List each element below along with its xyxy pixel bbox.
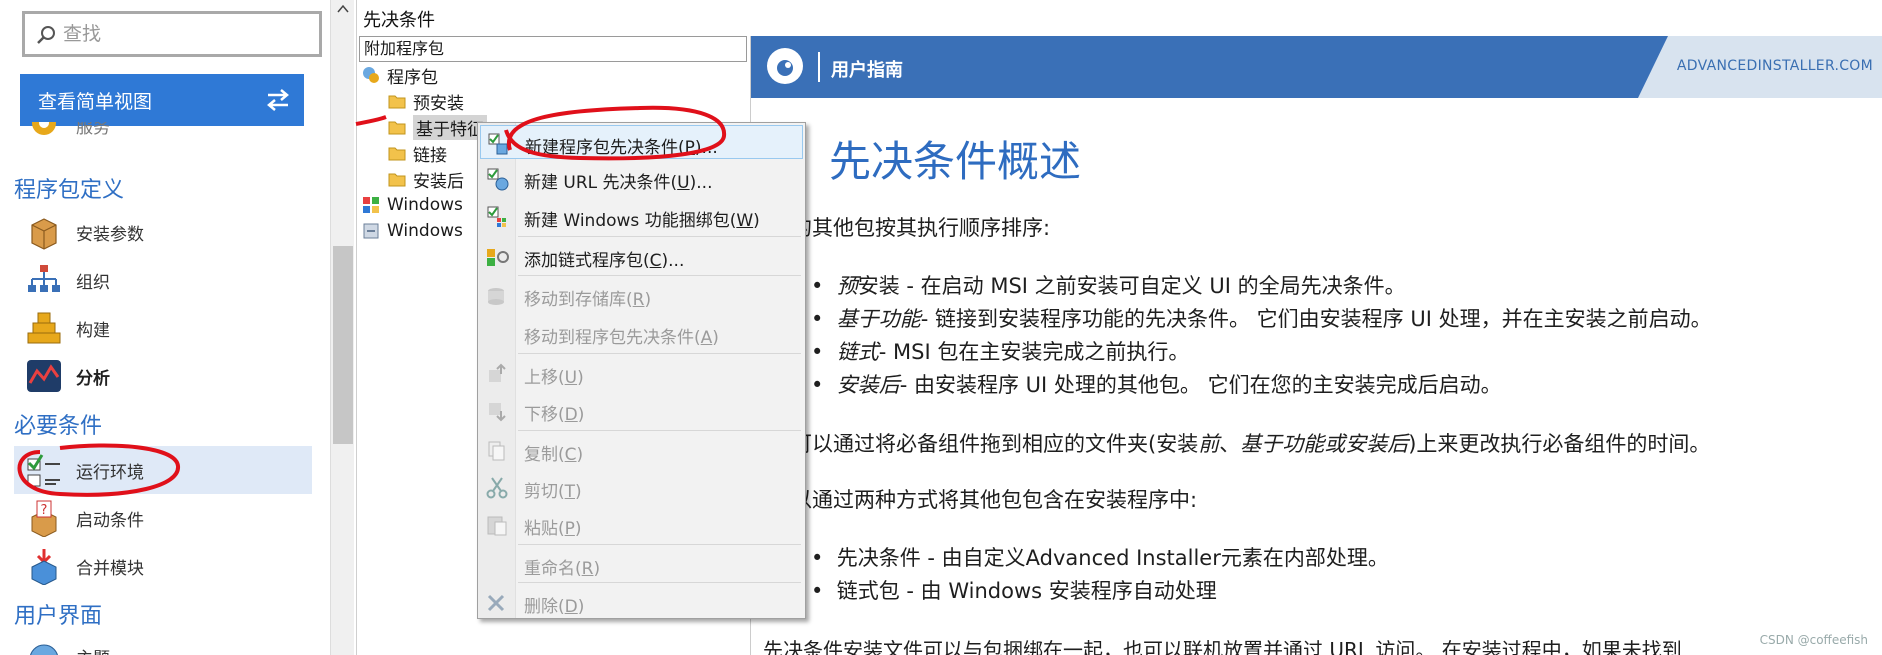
- menu-copy[interactable]: 复制(C): [480, 433, 803, 467]
- gear-icon: [32, 122, 56, 135]
- tree-node-chain[interactable]: 链接: [387, 141, 447, 166]
- pane-title: 先决条件: [363, 10, 435, 31]
- sidebar-item-build[interactable]: 构建: [24, 308, 310, 348]
- copy-icon: [488, 441, 505, 461]
- menu-separator: [518, 430, 801, 431]
- section-user-interface: 用户界面: [14, 604, 103, 629]
- search-icon: [37, 26, 55, 44]
- checklist-icon: [27, 454, 60, 487]
- org-chart-icon: [28, 265, 60, 292]
- package-box-icon: [31, 218, 57, 250]
- doc-bullet-1: • 预安装 - 在启动 MSI 之前安装可自定义 UI 的全局先决条件。: [811, 274, 1406, 298]
- windows-feature-icon: [363, 197, 379, 213]
- section-package-definition: 程序包定义: [14, 178, 125, 203]
- menu-paste[interactable]: 粘贴(P): [480, 507, 803, 541]
- guide-header-label: 用户指南: [831, 60, 903, 81]
- move-up-icon: [489, 363, 506, 382]
- question-box-icon: ?: [31, 500, 57, 537]
- context-menu: 新建程序包先决条件(P)... 新建 URL 先决条件(U)... 新建 Win…: [477, 122, 806, 619]
- menu-move-to-repository[interactable]: 移动到存储库(R): [480, 278, 803, 312]
- app-window: 查看简单视图 服务 程序包定义 安装参数: [0, 0, 1882, 655]
- chained-package-icon: [487, 249, 509, 266]
- menu-separator: [518, 353, 801, 354]
- folder-icon: [388, 173, 406, 187]
- bricks-icon: [27, 312, 61, 344]
- new-url-prerequisite-icon: [487, 168, 509, 191]
- search-box[interactable]: [22, 11, 322, 57]
- doc-heading: 先决条件概述: [829, 137, 1082, 186]
- menu-rename[interactable]: 重命名(R): [480, 547, 803, 581]
- sidebar-item-organization[interactable]: 组织: [24, 260, 310, 300]
- doc-paragraph-1: 的其他包按其执行顺序排序:: [791, 216, 1051, 240]
- sidebar-item-launch-conditions[interactable]: ? 启动条件: [24, 498, 310, 538]
- tree-node-windows-1[interactable]: Windows: [361, 193, 463, 217]
- sidebar-scrollbar[interactable]: [330, 0, 354, 655]
- windows-installer-icon: [363, 223, 379, 239]
- menu-move-to-package-prerequisite[interactable]: 移动到程序包先决条件(A): [480, 316, 803, 350]
- new-prerequisite-icon: [488, 133, 508, 155]
- search-input[interactable]: [63, 20, 313, 48]
- menu-move-down[interactable]: 下移(D): [480, 393, 803, 427]
- doc-bullet-2: • 基于功能- 链接到安装程序功能的先决条件。 它们由安装程序 UI 处理，并在…: [811, 307, 1712, 331]
- sidebar-scroll-thumb[interactable]: [333, 246, 353, 444]
- menu-move-up[interactable]: 上移(U): [480, 356, 803, 390]
- analysis-chart-icon: [27, 360, 61, 392]
- sidebar: 查看简单视图 服务 程序包定义 安装参数: [0, 0, 330, 655]
- svg-text:?: ?: [41, 503, 48, 518]
- sidebar-item-runtime[interactable]: 运行环境: [14, 446, 312, 494]
- watermark: CSDN @coffeefish: [1759, 633, 1868, 647]
- doc-bullet-4: • 安装后- 由安装程序 UI 处理的其他包。 它们在您的主安装完成后启动。: [811, 373, 1502, 397]
- tree-node-packages[interactable]: 程序包: [361, 63, 438, 88]
- section-requirements: 必要条件: [14, 414, 103, 439]
- tree-node-post-install[interactable]: 安装后: [387, 167, 464, 192]
- attach-package-field[interactable]: 附加程序包: [359, 36, 747, 62]
- doc-include-1: • 先决条件 - 由自定义Advanced Installer元素在内部处理。: [811, 546, 1389, 570]
- simple-view-button[interactable]: 查看简单视图: [20, 74, 304, 126]
- doc-bullet-3: • 链式- MSI 包在主安装完成之前执行。: [811, 340, 1190, 364]
- folder-icon: [388, 95, 406, 109]
- theme-icon: [30, 644, 58, 655]
- brand-link[interactable]: ADVANCEDINSTALLER.COM: [1677, 58, 1873, 74]
- scissors-icon: [486, 477, 508, 499]
- folder-icon: [388, 121, 406, 135]
- header-divider: [818, 52, 820, 82]
- paste-icon: [487, 516, 507, 536]
- menu-new-url-prerequisite[interactable]: 新建 URL 先决条件(U)...: [480, 161, 803, 195]
- delete-x-icon: [487, 594, 505, 612]
- advanced-installer-logo-icon: [767, 48, 803, 84]
- menu-separator: [518, 544, 801, 545]
- tree-node-pre-install[interactable]: 预安装: [387, 89, 464, 114]
- user-guide-pane: 用户指南 ADVANCEDINSTALLER.COM 先决条件概述 的其他包按其…: [750, 36, 1882, 655]
- windows-feature-bundle-icon: [487, 206, 506, 227]
- move-down-icon: [489, 403, 506, 422]
- sidebar-item-service[interactable]: 服务: [24, 122, 310, 142]
- package-gear-icon: [363, 67, 379, 83]
- menu-separator: [518, 236, 801, 237]
- folder-icon: [388, 147, 406, 161]
- menu-delete[interactable]: 删除(D): [480, 585, 803, 619]
- menu-new-package-prerequisite[interactable]: 新建程序包先决条件(P)...: [480, 125, 803, 159]
- menu-cut[interactable]: 剪切(T): [480, 470, 803, 504]
- doc-paragraph-3: 以通过两种方式将其他包包含在安装程序中:: [791, 488, 1198, 512]
- menu-separator: [518, 582, 801, 583]
- doc-include-2: • 链式包 - 由 Windows 安装程序自动处理: [811, 579, 1217, 603]
- tree-node-windows-2[interactable]: Windows: [361, 219, 463, 243]
- simple-view-label: 查看简单视图: [38, 90, 153, 113]
- menu-new-windows-feature-bundle[interactable]: 新建 Windows 功能捆绑包(W): [480, 199, 803, 233]
- merge-module-icon: [31, 549, 57, 585]
- doc-paragraph-4: 先决条件安装文件可以与包捆绑在一起，也可以联机放置并通过 URL 访问。 在安装…: [763, 638, 1682, 655]
- menu-add-chained-package[interactable]: 添加链式程序包(C)...: [480, 239, 803, 273]
- sidebar-item-install-params[interactable]: 安装参数: [24, 212, 310, 252]
- repository-icon: [488, 288, 504, 305]
- swap-arrows-icon: [267, 89, 289, 111]
- guide-header: 用户指南 ADVANCEDINSTALLER.COM: [751, 36, 1882, 98]
- sidebar-item-analysis[interactable]: 分析: [24, 356, 310, 396]
- menu-separator: [518, 275, 801, 276]
- doc-paragraph-2: 可以通过将必备组件拖到相应的文件夹(安装前、基于功能或安装后)上来更改执行必备组…: [791, 432, 1711, 456]
- tree-node-feature-based[interactable]: 基于特征: [387, 114, 487, 140]
- sidebar-item-theme[interactable]: 主题: [24, 636, 310, 655]
- scroll-up-arrow-icon[interactable]: [337, 4, 349, 14]
- sidebar-item-merge-modules[interactable]: 合并模块: [24, 546, 310, 586]
